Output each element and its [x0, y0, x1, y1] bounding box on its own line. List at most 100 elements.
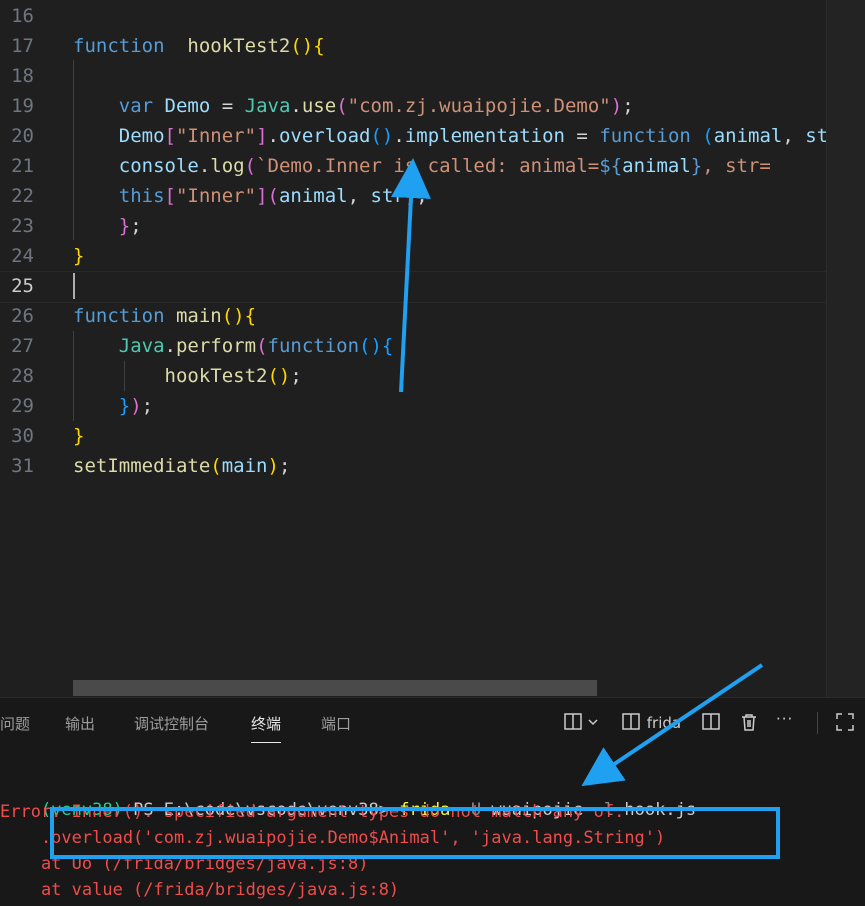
code-token: {: [381, 335, 394, 357]
code-line[interactable]: 21 console.log(`Demo.Inner is called: an…: [0, 151, 826, 181]
code-token: ,: [347, 185, 371, 207]
vertical-scrollbar[interactable]: [826, 0, 865, 697]
code-token: .: [164, 335, 176, 357]
code-token: Java: [244, 95, 291, 117]
code-line[interactable]: 26 function main(){: [0, 301, 826, 331]
code-token: Demo: [164, 95, 211, 117]
tab-terminal[interactable]: 终端: [251, 713, 282, 743]
line-number: 18: [11, 65, 34, 87]
code-token: [: [164, 185, 176, 207]
code-text: Java.perform(function(){: [73, 331, 394, 361]
code-token: function: [73, 305, 165, 327]
code-token: var: [118, 95, 154, 117]
line-number: 20: [11, 125, 34, 147]
code-token: animal: [278, 185, 348, 207]
code-token: .: [267, 125, 279, 147]
maximize-panel-button[interactable]: [835, 712, 855, 736]
indent-guide: [124, 361, 125, 391]
more-actions-button[interactable]: ···: [776, 710, 793, 728]
tab-problems[interactable]: 问题: [0, 713, 30, 734]
terminal-name: frida: [646, 714, 682, 732]
code-line[interactable]: 22 this["Inner"](animal, str);: [0, 181, 826, 211]
code-line[interactable]: 31 setImmediate(main);: [0, 451, 826, 481]
code-token: function: [267, 335, 360, 357]
tab-debug-console[interactable]: 调试控制台: [134, 713, 209, 734]
new-terminal-dropdown-button[interactable]: [563, 712, 599, 736]
line-number: 26: [11, 305, 34, 327]
code-token: ): [610, 95, 623, 117]
line-number: 21: [11, 155, 34, 177]
code-token: }: [118, 395, 131, 417]
line-number: 19: [11, 95, 34, 117]
code-token: (): [359, 335, 382, 357]
code-token: animal: [713, 125, 783, 147]
code-line[interactable]: 24}: [0, 241, 826, 271]
code-token: function: [599, 125, 691, 147]
code-line[interactable]: 23 };: [0, 211, 826, 241]
indent-guide: [73, 60, 74, 240]
code-token: ;: [278, 455, 291, 477]
code-token: (: [210, 455, 222, 477]
code-line[interactable]: 29 });: [0, 391, 826, 421]
code-token: (): [290, 35, 314, 57]
code-editor[interactable]: 16 17 function hookTest2(){ 18 19 var Demo =…: [0, 0, 865, 697]
code-token: function: [73, 35, 165, 57]
code-token: (: [267, 185, 279, 207]
code-token: }: [118, 215, 131, 237]
code-token: log: [210, 155, 245, 177]
code-token: Demo: [118, 125, 165, 147]
code-line[interactable]: 20 Demo["Inner"].overload().implementati…: [0, 121, 839, 151]
code-line[interactable]: 16: [0, 1, 826, 31]
code-text: function hookTest2(){: [73, 31, 325, 61]
line-number: 22: [11, 185, 34, 207]
line-number: 31: [11, 455, 34, 477]
code-line[interactable]: 27 Java.perform(function(){: [0, 331, 826, 361]
code-token: =: [564, 125, 600, 147]
code-token: }: [73, 245, 85, 267]
code-token: ,: [782, 125, 806, 147]
code-token: (): [221, 305, 245, 327]
code-line[interactable]: 25: [0, 271, 826, 301]
code-token: (: [336, 95, 348, 117]
code-line[interactable]: 30}: [0, 421, 826, 451]
code-text: this["Inner"](animal, str);: [73, 181, 428, 211]
kill-terminal-button[interactable]: [739, 712, 759, 736]
code-line[interactable]: 17 function hookTest2(){: [0, 31, 826, 61]
code-text: };: [73, 211, 142, 241]
terminal-instance[interactable]: frida: [622, 712, 681, 736]
tab-output[interactable]: 输出: [65, 713, 95, 734]
split-terminal-button[interactable]: [701, 712, 721, 736]
horizontal-scrollbar[interactable]: [73, 680, 597, 696]
code-token: (): [370, 125, 394, 147]
code-token: ;: [290, 365, 302, 387]
code-line[interactable]: 19 var Demo = Java.use("com.zj.wuaipojie…: [0, 91, 826, 121]
code-token: ]: [256, 125, 268, 147]
code-token: main: [221, 455, 268, 477]
code-token: (: [702, 125, 714, 147]
code-token: , str=: [702, 155, 771, 177]
code-token: (: [244, 155, 257, 177]
code-token: ]: [256, 185, 268, 207]
code-token: .: [290, 95, 302, 117]
error-message: Error: Inner(): specified argument types…: [0, 802, 625, 822]
code-text: Demo["Inner"].overload().implementation …: [73, 121, 840, 151]
stack-frame: at Uo (/frida/bridges/java.js:8): [0, 854, 369, 874]
maximize-icon: [836, 713, 854, 731]
code-token: implementation: [404, 125, 565, 147]
line-number: 25: [11, 275, 34, 297]
text-cursor: [73, 273, 75, 299]
code-line[interactable]: 18: [0, 61, 826, 91]
code-token: animal: [622, 155, 691, 177]
overload-signature: .overload('com.zj.wuaipojie.Demo$Animal'…: [0, 828, 666, 848]
tab-ports[interactable]: 端口: [321, 713, 351, 734]
code-token: `Demo.Inner is called: animal=: [256, 155, 600, 177]
